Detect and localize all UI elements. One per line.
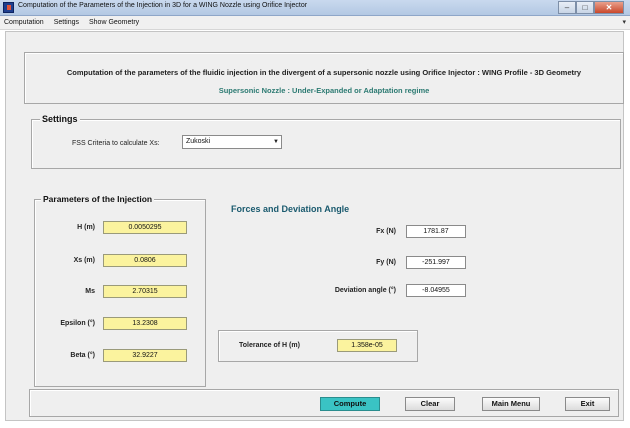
fy-field[interactable]: -251.997 bbox=[406, 256, 466, 269]
fx-field[interactable]: 1781.87 bbox=[406, 225, 466, 238]
h-label: H (m) bbox=[77, 224, 95, 231]
window-title: Computation of the Parameters of the Inj… bbox=[18, 2, 308, 9]
maximize-button[interactable]: □ bbox=[576, 1, 594, 14]
clear-button[interactable]: Clear bbox=[405, 397, 455, 411]
epsilon-label: Epsilon (°) bbox=[60, 320, 95, 327]
header-title: Computation of the parameters of the flu… bbox=[66, 68, 582, 77]
deviation-angle-label: Deviation angle (°) bbox=[334, 287, 396, 294]
matlab-app-icon bbox=[3, 2, 14, 13]
ms-field[interactable]: 2.70315 bbox=[103, 285, 187, 298]
menu-overflow-icon[interactable]: ▾ bbox=[622, 18, 626, 26]
epsilon-field[interactable]: 13.2308 bbox=[103, 317, 187, 330]
header-subtitle: Supersonic Nozzle : Under-Expanded or Ad… bbox=[218, 86, 430, 95]
settings-legend: Settings bbox=[40, 114, 80, 124]
tolerance-label: Tolerance of H (m) bbox=[239, 342, 300, 349]
beta-field[interactable]: 32.9227 bbox=[103, 349, 187, 362]
fx-label: Fx (N) bbox=[376, 228, 396, 235]
header-panel: Computation of the parameters of the flu… bbox=[24, 52, 624, 104]
deviation-angle-field[interactable]: -8.04955 bbox=[406, 284, 466, 297]
window-controls: – □ ✕ bbox=[558, 1, 624, 14]
title-bar: Computation of the Parameters of the Inj… bbox=[0, 0, 630, 16]
xs-field[interactable]: 0.0806 bbox=[103, 254, 187, 267]
fss-criteria-value: Zukoski bbox=[186, 138, 211, 145]
forces-title: Forces and Deviation Angle bbox=[231, 204, 350, 214]
tolerance-field[interactable]: 1.358e-05 bbox=[337, 339, 397, 352]
parameters-legend: Parameters of the Injection bbox=[41, 194, 155, 204]
compute-button[interactable]: Compute bbox=[320, 397, 380, 411]
main-menu-button[interactable]: Main Menu bbox=[482, 397, 540, 411]
fss-criteria-label: FSS Criteria to calculate Xs: bbox=[72, 140, 160, 147]
fy-label: Fy (N) bbox=[376, 259, 396, 266]
xs-label: Xs (m) bbox=[73, 257, 95, 264]
menu-show-geometry[interactable]: Show Geometry bbox=[89, 19, 139, 26]
fss-criteria-dropdown[interactable]: Zukoski ▼ bbox=[182, 135, 282, 149]
menu-computation[interactable]: Computation bbox=[4, 19, 44, 26]
figure-client-area: Computation of the parameters of the flu… bbox=[5, 31, 624, 421]
dropdown-arrow-icon[interactable]: ▼ bbox=[273, 136, 279, 148]
close-button[interactable]: ✕ bbox=[594, 1, 624, 14]
h-field[interactable]: 0.0050295 bbox=[103, 221, 187, 234]
minimize-button[interactable]: – bbox=[558, 1, 576, 14]
exit-button[interactable]: Exit bbox=[565, 397, 610, 411]
settings-panel: Settings FSS Criteria to calculate Xs: Z… bbox=[31, 114, 621, 169]
beta-label: Beta (°) bbox=[70, 352, 95, 359]
menu-settings[interactable]: Settings bbox=[54, 19, 79, 26]
button-panel: Compute Clear Main Menu Exit bbox=[29, 389, 619, 417]
parameters-panel: Parameters of the Injection H (m) 0.0050… bbox=[34, 194, 206, 387]
ms-label: Ms bbox=[85, 288, 95, 295]
menu-bar: Computation Settings Show Geometry ▾ bbox=[0, 16, 630, 30]
tolerance-panel: Tolerance of H (m) 1.358e-05 bbox=[218, 330, 418, 362]
